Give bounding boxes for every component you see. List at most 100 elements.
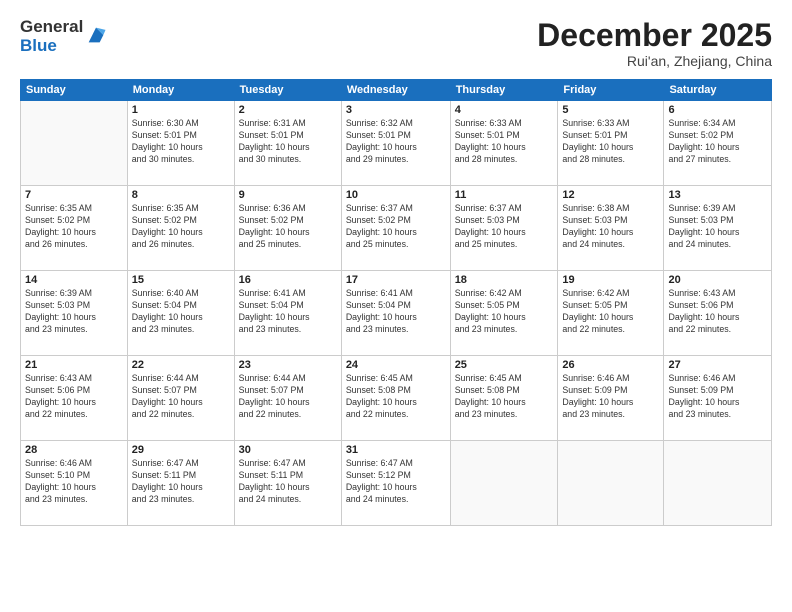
- day-number: 31: [346, 444, 446, 456]
- day-info: Sunrise: 6:36 AM Sunset: 5:02 PM Dayligh…: [239, 203, 337, 251]
- table-row: 15 Sunrise: 6:40 AM Sunset: 5:04 PM Dayli…: [127, 271, 234, 356]
- day-number: 26: [562, 359, 659, 371]
- day-number: 28: [25, 444, 123, 456]
- table-row: [21, 101, 128, 186]
- day-info: Sunrise: 6:40 AM Sunset: 5:04 PM Dayligh…: [132, 288, 230, 336]
- table-row: 4 Sunrise: 6:33 AM Sunset: 5:01 PM Daylig…: [450, 101, 558, 186]
- day-number: 11: [455, 189, 554, 201]
- table-row: 7 Sunrise: 6:35 AM Sunset: 5:02 PM Daylig…: [21, 186, 128, 271]
- table-row: 2Sunrise: 6:31 AM Sunset: 5:01 PM Daylig…: [234, 101, 341, 186]
- table-row: 22 Sunrise: 6:44 AM Sunset: 5:07 PM Dayli…: [127, 356, 234, 441]
- day-info: Sunrise: 6:47 AM Sunset: 5:11 PM Dayligh…: [239, 458, 337, 506]
- day-info: Sunrise: 6:44 AM Sunset: 5:07 PM Dayligh…: [239, 373, 337, 421]
- day-info: Sunrise: 6:43 AM Sunset: 5:06 PM Dayligh…: [25, 373, 123, 421]
- table-row: 13 Sunrise: 6:39 AM Sunset: 5:03 PM Dayli…: [664, 186, 772, 271]
- day-number: 16: [239, 274, 337, 286]
- logo-general: General: [20, 18, 83, 37]
- day-number: 15: [132, 274, 230, 286]
- calendar-table: Sunday Monday Tuesday Wednesday Thursday…: [20, 79, 772, 526]
- table-row: 11 Sunrise: 6:37 AM Sunset: 5:03 PM Dayli…: [450, 186, 558, 271]
- table-row: 18 Sunrise: 6:42 AM Sunset: 5:05 PM Dayli…: [450, 271, 558, 356]
- day-info: Sunrise: 6:42 AM Sunset: 5:05 PM Dayligh…: [562, 288, 659, 336]
- day-number: 25: [455, 359, 554, 371]
- logo: General Blue: [20, 18, 107, 55]
- day-info: Sunrise: 6:46 AM Sunset: 5:09 PM Dayligh…: [668, 373, 767, 421]
- day-info: Sunrise: 6:46 AM Sunset: 5:10 PM Dayligh…: [25, 458, 123, 506]
- day-info: Sunrise: 6:41 AM Sunset: 5:04 PM Dayligh…: [239, 288, 337, 336]
- day-number: 3: [346, 104, 446, 116]
- table-row: 5 Sunrise: 6:33 AM Sunset: 5:01 PM Daylig…: [558, 101, 664, 186]
- table-row: [450, 441, 558, 526]
- day-number: 24: [346, 359, 446, 371]
- day-number: 27: [668, 359, 767, 371]
- day-info: Sunrise: 6:31 AM Sunset: 5:01 PM Dayligh…: [239, 118, 337, 166]
- day-info: Sunrise: 6:37 AM Sunset: 5:02 PM Dayligh…: [346, 203, 446, 251]
- header-monday: Monday: [127, 80, 234, 101]
- location-subtitle: Rui'an, Zhejiang, China: [537, 53, 772, 69]
- table-row: 24 Sunrise: 6:45 AM Sunset: 5:08 PM Dayli…: [341, 356, 450, 441]
- day-info: Sunrise: 6:43 AM Sunset: 5:06 PM Dayligh…: [668, 288, 767, 336]
- day-info: Sunrise: 6:41 AM Sunset: 5:04 PM Dayligh…: [346, 288, 446, 336]
- day-number: 5: [562, 104, 659, 116]
- day-info: Sunrise: 6:35 AM Sunset: 5:02 PM Dayligh…: [132, 203, 230, 251]
- day-number: 17: [346, 274, 446, 286]
- day-number: 6: [668, 104, 767, 116]
- day-number: 8: [132, 189, 230, 201]
- table-row: 26Sunrise: 6:46 AM Sunset: 5:09 PM Dayli…: [558, 356, 664, 441]
- table-row: [664, 441, 772, 526]
- day-info: Sunrise: 6:45 AM Sunset: 5:08 PM Dayligh…: [346, 373, 446, 421]
- day-number: 9: [239, 189, 337, 201]
- header-wednesday: Wednesday: [341, 80, 450, 101]
- day-info: Sunrise: 6:47 AM Sunset: 5:11 PM Dayligh…: [132, 458, 230, 506]
- table-row: 8 Sunrise: 6:35 AM Sunset: 5:02 PM Daylig…: [127, 186, 234, 271]
- logo-icon: [85, 24, 107, 46]
- day-info: Sunrise: 6:30 AM Sunset: 5:01 PM Dayligh…: [132, 118, 230, 166]
- header-friday: Friday: [558, 80, 664, 101]
- title-block: December 2025 Rui'an, Zhejiang, China: [537, 18, 772, 69]
- table-row: 17 Sunrise: 6:41 AM Sunset: 5:04 PM Dayli…: [341, 271, 450, 356]
- day-number: 4: [455, 104, 554, 116]
- day-number: 18: [455, 274, 554, 286]
- table-row: 9 Sunrise: 6:36 AM Sunset: 5:02 PM Daylig…: [234, 186, 341, 271]
- table-row: 14 Sunrise: 6:39 AM Sunset: 5:03 PM Dayli…: [21, 271, 128, 356]
- table-row: [558, 441, 664, 526]
- day-info: Sunrise: 6:33 AM Sunset: 5:01 PM Dayligh…: [562, 118, 659, 166]
- day-info: Sunrise: 6:39 AM Sunset: 5:03 PM Dayligh…: [668, 203, 767, 251]
- table-row: 31Sunrise: 6:47 AM Sunset: 5:12 PM Dayli…: [341, 441, 450, 526]
- table-row: 25 Sunrise: 6:45 AM Sunset: 5:08 PM Dayli…: [450, 356, 558, 441]
- day-number: 1: [132, 104, 230, 116]
- day-info: Sunrise: 6:33 AM Sunset: 5:01 PM Dayligh…: [455, 118, 554, 166]
- day-number: 7: [25, 189, 123, 201]
- header-thursday: Thursday: [450, 80, 558, 101]
- header: General Blue December 2025 Rui'an, Zheji…: [20, 18, 772, 69]
- day-number: 12: [562, 189, 659, 201]
- table-row: 1 Sunrise: 6:30 AM Sunset: 5:01 PM Daylig…: [127, 101, 234, 186]
- table-row: 16 Sunrise: 6:41 AM Sunset: 5:04 PM Dayli…: [234, 271, 341, 356]
- day-info: Sunrise: 6:44 AM Sunset: 5:07 PM Dayligh…: [132, 373, 230, 421]
- table-row: 23 Sunrise: 6:44 AM Sunset: 5:07 PM Dayli…: [234, 356, 341, 441]
- table-row: 27 Sunrise: 6:46 AM Sunset: 5:09 PM Dayli…: [664, 356, 772, 441]
- table-row: 19 Sunrise: 6:42 AM Sunset: 5:05 PM Dayli…: [558, 271, 664, 356]
- table-row: 20 Sunrise: 6:43 AM Sunset: 5:06 PM Dayli…: [664, 271, 772, 356]
- day-number: 30: [239, 444, 337, 456]
- day-number: 22: [132, 359, 230, 371]
- table-row: 6 Sunrise: 6:34 AM Sunset: 5:02 PM Daylig…: [664, 101, 772, 186]
- day-number: 20: [668, 274, 767, 286]
- table-row: 3 Sunrise: 6:32 AM Sunset: 5:01 PM Daylig…: [341, 101, 450, 186]
- day-info: Sunrise: 6:45 AM Sunset: 5:08 PM Dayligh…: [455, 373, 554, 421]
- table-row: 29Sunrise: 6:47 AM Sunset: 5:11 PM Dayli…: [127, 441, 234, 526]
- day-number: 21: [25, 359, 123, 371]
- day-info: Sunrise: 6:32 AM Sunset: 5:01 PM Dayligh…: [346, 118, 446, 166]
- day-info: Sunrise: 6:38 AM Sunset: 5:03 PM Dayligh…: [562, 203, 659, 251]
- month-title: December 2025: [537, 18, 772, 53]
- table-row: 12 Sunrise: 6:38 AM Sunset: 5:03 PM Dayli…: [558, 186, 664, 271]
- day-info: Sunrise: 6:39 AM Sunset: 5:03 PM Dayligh…: [25, 288, 123, 336]
- day-number: 23: [239, 359, 337, 371]
- day-info: Sunrise: 6:37 AM Sunset: 5:03 PM Dayligh…: [455, 203, 554, 251]
- day-info: Sunrise: 6:34 AM Sunset: 5:02 PM Dayligh…: [668, 118, 767, 166]
- day-number: 14: [25, 274, 123, 286]
- day-info: Sunrise: 6:42 AM Sunset: 5:05 PM Dayligh…: [455, 288, 554, 336]
- day-number: 13: [668, 189, 767, 201]
- day-number: 19: [562, 274, 659, 286]
- day-info: Sunrise: 6:35 AM Sunset: 5:02 PM Dayligh…: [25, 203, 123, 251]
